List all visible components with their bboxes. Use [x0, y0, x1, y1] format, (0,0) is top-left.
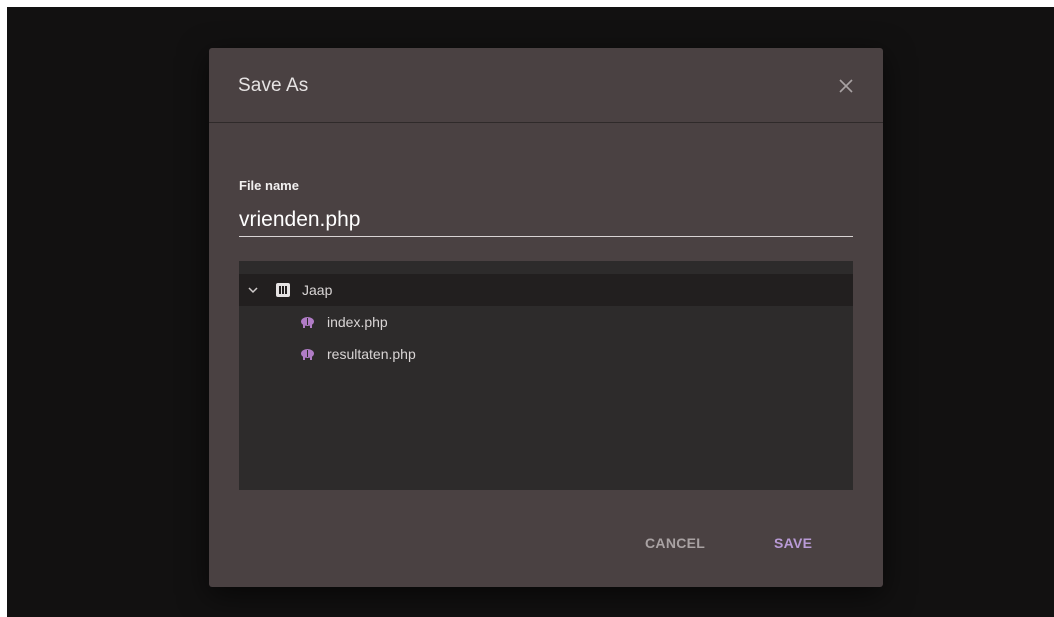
- tree-item-file[interactable]: resultaten.php: [239, 338, 853, 370]
- tree-file-label: resultaten.php: [327, 346, 416, 362]
- chevron-down-icon[interactable]: [247, 284, 259, 296]
- dialog-title: Save As: [238, 75, 309, 96]
- php-elephant-icon: [301, 317, 314, 328]
- php-elephant-icon: [301, 349, 314, 360]
- cancel-button[interactable]: CANCEL: [645, 535, 705, 557]
- save-button[interactable]: SAVE: [774, 535, 812, 557]
- tree-item-folder[interactable]: Jaap: [239, 274, 853, 306]
- tree-file-label: index.php: [327, 314, 388, 330]
- tree-item-file[interactable]: index.php: [239, 306, 853, 338]
- close-icon: [839, 79, 853, 93]
- save-as-dialog: Save As File name Jaap: [209, 48, 883, 587]
- file-name-label: File name: [239, 178, 299, 193]
- close-button[interactable]: [835, 75, 857, 97]
- folder-icon: [276, 283, 290, 297]
- tree-folder-label: Jaap: [302, 282, 333, 298]
- file-name-input[interactable]: [239, 203, 853, 237]
- dialog-header: Save As: [209, 48, 883, 123]
- folder-tree: Jaap index.php resultaten.php: [239, 261, 853, 490]
